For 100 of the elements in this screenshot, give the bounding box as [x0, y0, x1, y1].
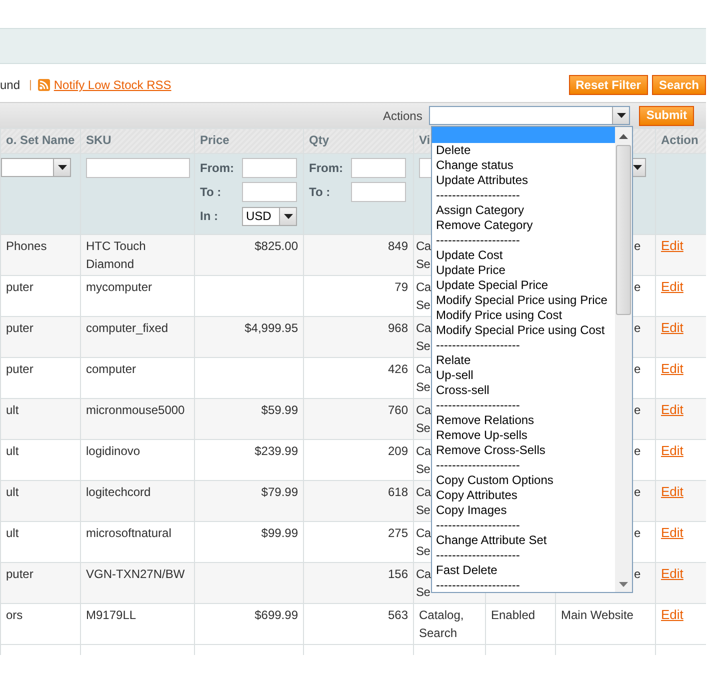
dropdown-option[interactable]: Copy Images [432, 503, 615, 518]
dropdown-arrow-icon [58, 165, 66, 170]
table-cell: $825.00 [254, 239, 298, 253]
dropdown-arrow-icon [632, 165, 642, 170]
table-cell: e [634, 567, 641, 581]
table-cell: computer_fixed [86, 321, 168, 335]
table-cell: 426 [388, 362, 408, 376]
filter-label: To : [309, 184, 332, 201]
dropdown-option[interactable]: Remove Category [432, 218, 615, 233]
scrollbar-thumb[interactable] [616, 145, 631, 315]
table-cell: e [634, 444, 641, 458]
dropdown-option[interactable]: Copy Attributes [432, 488, 615, 503]
table-cell: mycomputer [86, 280, 152, 294]
rss-icon [38, 79, 50, 91]
filter-label: From: [309, 160, 344, 177]
table-cell: ult [6, 485, 19, 499]
dropdown-option[interactable]: --------------------- [432, 578, 615, 593]
filter-label: In : [200, 208, 219, 225]
actions-select[interactable] [429, 106, 630, 125]
dropdown-option[interactable]: --------------------- [432, 188, 615, 203]
dropdown-option[interactable]: --------------------- [432, 458, 615, 473]
records-count-text: und [0, 77, 20, 94]
dropdown-option[interactable]: Update Cost [432, 248, 615, 263]
table-cell-text: Ca Se [416, 320, 430, 355]
dropdown-option[interactable]: Fast Delete [432, 563, 615, 578]
price-to-input[interactable] [242, 182, 297, 202]
dropdown-arrow-icon [616, 113, 626, 118]
dropdown-option[interactable]: Remove Cross-Sells [432, 443, 615, 458]
dropdown-option[interactable]: Remove Relations [432, 413, 615, 428]
scroll-up-icon[interactable] [619, 134, 628, 139]
table-cell: VGN-TXN27N/BW [86, 567, 185, 581]
table-cell-text: Ca Se [416, 525, 430, 560]
dropdown-option[interactable]: Copy Custom Options [432, 473, 615, 488]
table-cell: e [634, 526, 641, 540]
column-header[interactable]: Qty [304, 128, 414, 154]
dropdown-option[interactable]: Relate [432, 353, 615, 368]
column-header[interactable]: o. Set Name [0, 128, 80, 154]
scroll-down-icon[interactable] [619, 582, 628, 587]
table-cell-text: Ca Se [416, 402, 430, 437]
dropdown-option[interactable]: Assign Category [432, 203, 615, 218]
table-cell-text: Ca Se [416, 443, 430, 478]
dropdown-arrow-icon [284, 214, 292, 218]
table-cell: ult [6, 444, 19, 458]
table-cell: 79 [394, 280, 408, 294]
table-cell: $59.99 [261, 403, 298, 417]
table-cell: HTC Touch Diamond [86, 239, 146, 271]
sku-filter-input[interactable] [86, 158, 190, 178]
table-cell: 618 [388, 485, 408, 499]
table-cell: ult [6, 403, 19, 417]
dropdown-option[interactable]: Remove Up-sells [432, 428, 615, 443]
dropdown-option[interactable]: Delete [432, 143, 615, 158]
table-cell: logitechcord [86, 485, 151, 499]
dropdown-option[interactable]: --------------------- [432, 233, 615, 248]
dropdown-option[interactable]: Up-sell [432, 368, 615, 383]
table-cell: Main Website [561, 608, 634, 622]
table-cell: 275 [388, 526, 408, 540]
dropdown-option[interactable]: --------------------- [432, 338, 615, 353]
table-cell-text: Ca Se [416, 361, 430, 396]
table-cell: computer [86, 362, 136, 376]
table-cell: 849 [388, 239, 408, 253]
table-cell: e [634, 403, 641, 417]
currency-select[interactable]: USD [242, 206, 297, 226]
filter-label: From: [200, 160, 235, 177]
table-cell: Catalog, Search [419, 608, 464, 640]
table-cell: puter [6, 280, 34, 294]
dropdown-option[interactable]: Modify Special Price using Price [432, 293, 615, 308]
dropdown-option[interactable]: Change Attribute Set [432, 533, 615, 548]
dropdown-option[interactable]: Modify Price using Cost [432, 308, 615, 323]
dropdown-option[interactable]: Update Attributes [432, 173, 615, 188]
dropdown-option[interactable]: --------------------- [432, 398, 615, 413]
table-cell: 563 [388, 608, 408, 622]
qty-from-input[interactable] [351, 158, 406, 178]
dropdown-option[interactable]: Modify Special Price using Cost [432, 323, 615, 338]
set-filter-select[interactable] [2, 158, 71, 177]
column-header[interactable]: Price [194, 128, 304, 154]
table-cell: e [634, 362, 641, 376]
table-cell: 156 [388, 567, 408, 581]
table-cell-text: Ca Se [416, 484, 430, 519]
dropdown-option[interactable]: --------------------- [432, 518, 615, 533]
dropdown-option[interactable]: Change status [432, 158, 615, 173]
price-from-input[interactable] [242, 158, 297, 178]
table-cell: $239.99 [254, 444, 298, 458]
table-cell: $699.99 [254, 608, 298, 622]
table-cell: puter [6, 321, 34, 335]
dropdown-option[interactable]: Update Special Price [432, 278, 615, 293]
table-cell: e [634, 485, 641, 499]
table-cell: micronmouse5000 [86, 403, 185, 417]
table-cell: e [634, 239, 641, 253]
table-cell: 760 [388, 403, 408, 417]
dropdown-option[interactable]: Cross-sell [432, 383, 615, 398]
table-cell: Enabled [491, 608, 536, 622]
table-cell-text: Ca Se [416, 566, 430, 601]
table-cell: microsoftnatural [86, 526, 172, 540]
column-header[interactable]: SKU [80, 128, 194, 154]
table-cell: puter [6, 362, 34, 376]
dropdown-option[interactable]: --------------------- [432, 548, 615, 563]
column-header[interactable]: Action [656, 128, 706, 154]
table-cell: e [634, 280, 641, 294]
dropdown-option[interactable]: Update Price [432, 263, 615, 278]
qty-to-input[interactable] [351, 182, 406, 202]
